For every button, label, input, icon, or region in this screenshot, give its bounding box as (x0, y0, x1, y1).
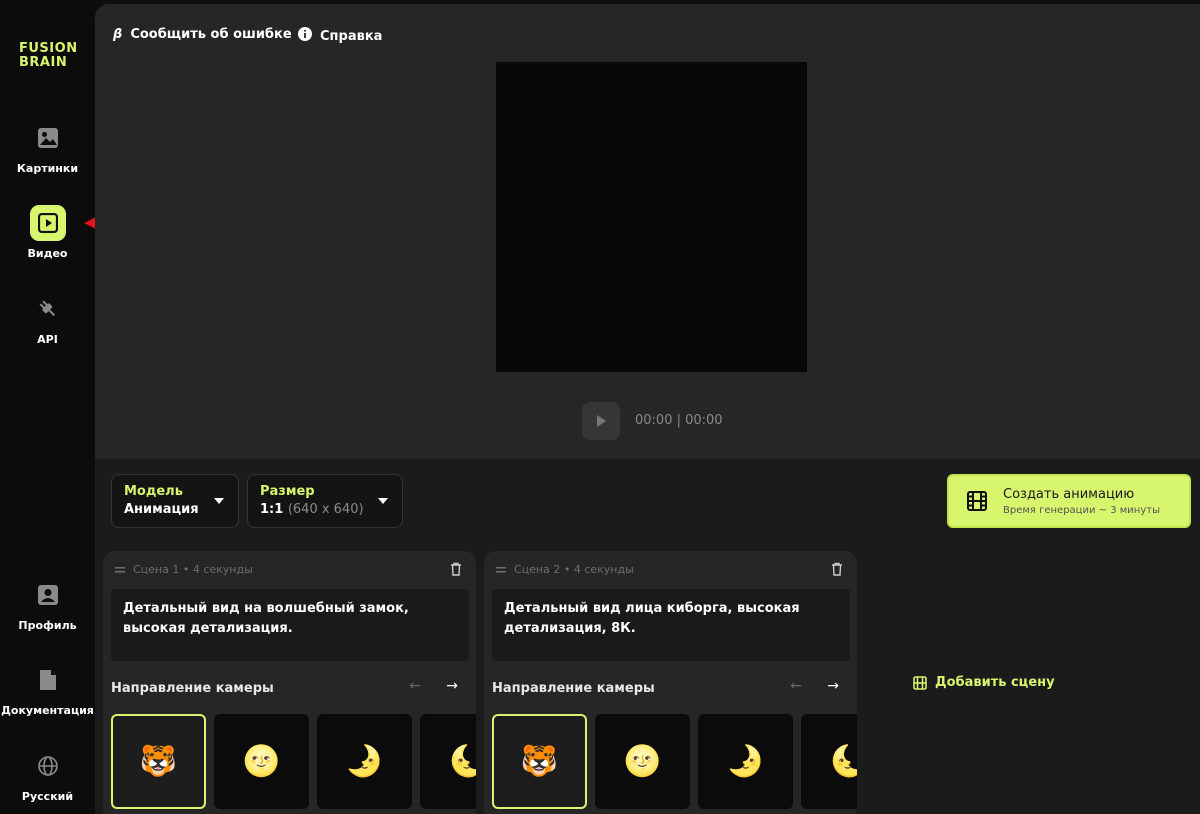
model-select[interactable]: Модель Анимация (111, 474, 239, 528)
trash-icon[interactable] (831, 561, 843, 580)
scene-card-2: Сцена 2 • 4 секунды Детальный вид лица к… (484, 551, 857, 814)
sidebar: FUSION BRAIN Картинки Видео API Профиль … (0, 0, 95, 814)
play-icon (597, 415, 606, 427)
size-detail: (640 x 640) (287, 502, 364, 517)
bug-report-label: Сообщить об ошибке (130, 27, 292, 42)
generation-time: Время генерации ~ 3 минуты (1003, 504, 1160, 516)
camera-option-static[interactable]: 🐯 (492, 714, 587, 809)
prev-arrow-button[interactable]: ← (790, 678, 802, 694)
scene-prompt[interactable]: Детальный вид на волшебный замок, высока… (111, 589, 469, 661)
sidebar-item-video[interactable]: Видео (0, 205, 95, 260)
add-scene-button[interactable]: Добавить сцену (913, 675, 1055, 690)
create-animation-label: Создать анимацию (1003, 486, 1135, 502)
sidebar-item-label: Профиль (18, 619, 77, 632)
sidebar-item-language[interactable]: Русский (0, 748, 95, 803)
camera-option[interactable]: 🌛 (698, 714, 793, 809)
camera-option[interactable]: 🌛 (317, 714, 412, 809)
add-scene-label: Добавить сцену (935, 675, 1055, 690)
profile-icon (30, 577, 66, 613)
image-icon (30, 120, 66, 156)
sidebar-item-label: Русский (21, 790, 74, 803)
help-link[interactable]: Справка (298, 27, 382, 45)
model-label: Модель (124, 484, 183, 499)
camera-option-static[interactable]: 🐯 (111, 714, 206, 809)
drag-handle-icon[interactable] (115, 563, 125, 576)
create-animation-button[interactable]: Создать анимацию Время генерации ~ 3 мин… (947, 474, 1191, 528)
scene-prompt[interactable]: Детальный вид лица киборга, высокая дета… (492, 589, 850, 661)
sidebar-item-label: Видео (27, 247, 68, 260)
preview-area: β Сообщить об ошибке Справка 00:00 | 00:… (95, 4, 1200, 459)
logo[interactable]: FUSION BRAIN (19, 42, 78, 70)
plug-icon (30, 291, 66, 327)
film-icon (967, 491, 987, 511)
main-panel: β Сообщить об ошибке Справка 00:00 | 00:… (95, 4, 1200, 814)
next-arrow-button[interactable]: → (827, 678, 839, 694)
play-button[interactable] (582, 402, 620, 440)
play-icon (29, 205, 66, 241)
camera-option[interactable]: 🌝 (595, 714, 690, 809)
sidebar-item-images[interactable]: Картинки (0, 120, 95, 175)
size-select[interactable]: Размер 1:1 (640 x 640) (247, 474, 403, 528)
prev-arrow-button[interactable]: ← (409, 678, 421, 694)
logo-line1: FUSION (19, 41, 78, 56)
beta-icon: β (113, 27, 123, 42)
size-label: Размер (260, 484, 315, 499)
sidebar-item-label: API (37, 333, 58, 346)
drag-handle-icon[interactable] (496, 563, 506, 576)
film-icon (913, 675, 927, 690)
info-icon (298, 27, 312, 45)
logo-line2: BRAIN (19, 55, 68, 70)
document-icon (30, 662, 66, 698)
trash-icon[interactable] (450, 561, 462, 580)
next-arrow-button[interactable]: → (446, 678, 458, 694)
video-preview (496, 62, 807, 372)
sidebar-item-label: Картинки (16, 162, 79, 175)
sidebar-item-label: Документация (1, 704, 94, 717)
timecode: 00:00 | 00:00 (635, 413, 723, 428)
camera-direction-title: Направление камеры (492, 681, 655, 696)
camera-option[interactable]: 🌜 (420, 714, 476, 809)
camera-option[interactable]: 🌝 (214, 714, 309, 809)
model-value: Анимация (124, 502, 199, 517)
camera-option[interactable]: 🌜 (801, 714, 857, 809)
chevron-down-icon (214, 498, 224, 504)
scene-card-1: Сцена 1 • 4 секунды Детальный вид на вол… (103, 551, 476, 814)
sidebar-item-profile[interactable]: Профиль (0, 577, 95, 632)
sidebar-item-api[interactable]: API (0, 291, 95, 346)
size-value: 1:1 (260, 502, 284, 517)
help-label: Справка (320, 28, 383, 44)
chevron-down-icon (378, 498, 388, 504)
bug-report-link[interactable]: β Сообщить об ошибке (113, 27, 292, 42)
camera-direction-title: Направление камеры (111, 681, 274, 696)
globe-icon (30, 748, 66, 784)
sidebar-item-docs[interactable]: Документация (0, 662, 95, 717)
scene-title: Сцена 2 • 4 секунды (514, 563, 634, 576)
scene-title: Сцена 1 • 4 секунды (133, 563, 253, 576)
